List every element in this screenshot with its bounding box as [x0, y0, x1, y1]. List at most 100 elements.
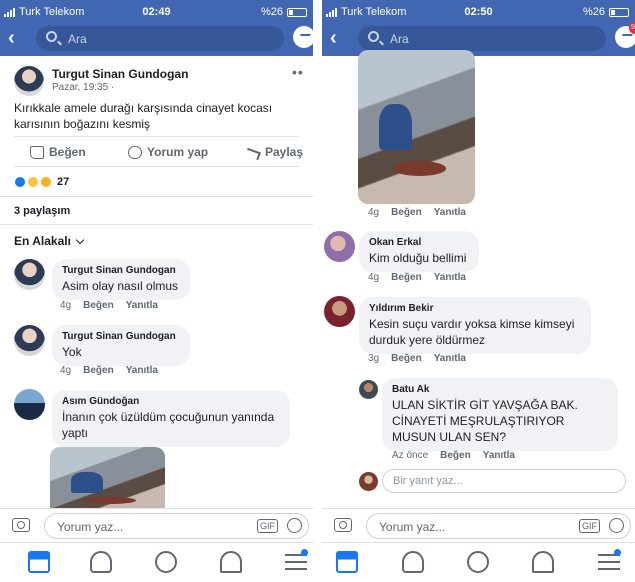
header-bar: Turk Telekom 02:50 %26 ‹ Ara 9+	[322, 0, 635, 56]
news-feed-icon[interactable]	[336, 551, 358, 573]
menu-notification-dot	[614, 549, 621, 556]
comment-age[interactable]: 4g	[60, 365, 71, 376]
reply-reply-button[interactable]: Yanıtla	[483, 450, 515, 461]
messenger-badge: 9+	[629, 22, 635, 34]
share-count[interactable]: 3 paylaşım	[14, 205, 70, 217]
comment-text: Kesin suçu vardır yoksa kimse kimseyi du…	[369, 317, 575, 347]
comment-text: Kim olduğu bellimi	[369, 251, 467, 265]
camera-icon[interactable]	[334, 518, 352, 532]
chevron-down-icon	[75, 235, 85, 244]
avatar[interactable]	[324, 231, 355, 262]
reply-like-button[interactable]: Beğen	[440, 450, 471, 461]
comment-filter[interactable]: En Alakalı	[14, 234, 85, 248]
share-label: Paylaş	[265, 145, 304, 159]
comment-photo[interactable]	[358, 50, 475, 204]
divider	[14, 166, 299, 167]
search-placeholder: Ara	[390, 32, 409, 46]
avatar[interactable]	[14, 66, 44, 96]
comment-like-button[interactable]: Beğen	[83, 365, 114, 376]
camera-icon[interactable]	[12, 518, 30, 532]
bottom-tab-bar	[0, 542, 313, 582]
news-feed-icon[interactable]	[28, 551, 50, 573]
avatar[interactable]	[14, 325, 45, 356]
comment-reply-button[interactable]: Yanıtla	[434, 272, 466, 283]
messenger-icon[interactable]	[293, 26, 313, 48]
comment-reply-button[interactable]: Yanıtla	[126, 365, 158, 376]
comment-text: Yok	[62, 345, 82, 359]
comment-placeholder: Yorum yaz...	[57, 520, 124, 534]
comment-bubble: Turgut Sinan Gundogan Yok	[52, 325, 190, 366]
divider	[0, 224, 313, 225]
comment-reply-button[interactable]: Yanıtla	[434, 207, 466, 218]
comment-like-button[interactable]: Beğen	[391, 207, 422, 218]
notifications-icon[interactable]	[532, 551, 554, 573]
comment-input[interactable]: Yorum yaz... GIF	[44, 513, 309, 539]
comment-actions: 4g Beğen Yanıtla	[60, 365, 158, 376]
comment-bubble: Okan Erkal Kim olduğu bellimi	[359, 231, 479, 272]
share-icon	[245, 147, 261, 161]
comment-reply-button[interactable]: Yanıtla	[126, 300, 158, 311]
reply-text: ULAN SİKTİR GİT YAVŞAĞA BAK. CİNAYETİ ME…	[392, 398, 578, 444]
comment-reply-button[interactable]: Yanıtla	[434, 353, 466, 364]
reply-age[interactable]: Az önce	[392, 450, 428, 461]
back-icon[interactable]: ‹	[8, 27, 15, 50]
avatar[interactable]	[324, 296, 355, 327]
comment-author[interactable]: Yıldırım Bekir	[369, 303, 581, 314]
comment-age[interactable]: 4g	[60, 300, 71, 311]
search-input[interactable]: Ara	[358, 26, 606, 51]
post-text: Kırıkkale amele durağı karşısında cinaye…	[14, 101, 273, 131]
search-input[interactable]: Ara	[36, 26, 284, 51]
comment-actions: 4g Beğen Yanıtla	[60, 300, 158, 311]
comment-button[interactable]: Yorum yap	[128, 145, 208, 159]
share-button[interactable]: Paylaş	[245, 145, 304, 161]
avatar[interactable]	[359, 380, 378, 399]
friends-icon[interactable]	[90, 551, 112, 573]
header-bar: Turk Telekom 02:49 %26 ‹ Ara	[0, 0, 313, 56]
comment-author[interactable]: Okan Erkal	[369, 237, 469, 248]
comment-composer: Yorum yaz... GIF	[0, 508, 313, 542]
reactions-summary[interactable]: 27	[14, 176, 69, 188]
status-bar: Turk Telekom 02:49 %26	[0, 0, 313, 24]
avatar[interactable]	[14, 389, 45, 420]
comment-text: İnanın çok üzüldüm çocuğunun yanında yap…	[62, 410, 275, 440]
back-icon[interactable]: ‹	[330, 27, 337, 50]
groups-icon[interactable]	[155, 551, 177, 573]
avatar[interactable]	[14, 259, 45, 290]
gif-button[interactable]: GIF	[257, 519, 278, 533]
comment-age[interactable]: 3g	[368, 353, 379, 364]
comment-age[interactable]: 4g	[368, 207, 379, 218]
gif-button[interactable]: GIF	[579, 519, 600, 533]
menu-notification-dot	[301, 549, 308, 556]
comment-author[interactable]: Turgut Sinan Gundogan	[62, 265, 180, 276]
like-label: Beğen	[49, 145, 86, 159]
comment-photo[interactable]	[50, 447, 165, 517]
post-timestamp[interactable]: Pazar, 19:35 ·	[52, 82, 114, 93]
search-placeholder: Ara	[68, 32, 87, 46]
comment-like-button[interactable]: Beğen	[391, 272, 422, 283]
comment-author[interactable]: Asım Gündoğan	[62, 396, 280, 407]
sad-reaction-icon	[27, 176, 39, 188]
comment-text: Asim olay nasıl olmus	[62, 279, 179, 293]
notifications-icon[interactable]	[220, 551, 242, 573]
post-author[interactable]: Turgut Sinan Gundogan	[52, 67, 188, 81]
emoji-icon[interactable]	[609, 518, 624, 533]
comment-author[interactable]: Turgut Sinan Gundogan	[62, 331, 180, 342]
comment-like-button[interactable]: Beğen	[391, 353, 422, 364]
reply-input[interactable]: Bir yanıt yaz...	[382, 469, 626, 493]
search-icon	[46, 31, 57, 42]
wow-reaction-icon	[40, 176, 52, 188]
messenger-icon[interactable]: 9+	[615, 22, 635, 48]
comment-like-button[interactable]: Beğen	[83, 300, 114, 311]
comment-age[interactable]: 4g	[368, 272, 379, 283]
menu-icon[interactable]	[285, 554, 307, 570]
more-options-icon[interactable]: ••	[292, 64, 304, 80]
groups-icon[interactable]	[467, 551, 489, 573]
like-button[interactable]: Beğen	[30, 145, 86, 159]
emoji-icon[interactable]	[287, 518, 302, 533]
menu-icon[interactable]	[598, 554, 620, 570]
battery-percent: %26	[260, 6, 283, 18]
comment-input[interactable]: Yorum yaz... GIF	[366, 513, 631, 539]
reply-author[interactable]: Batu Ak	[392, 384, 608, 395]
friends-icon[interactable]	[402, 551, 424, 573]
comment-actions: 4g Beğen Yanıtla	[368, 272, 466, 283]
